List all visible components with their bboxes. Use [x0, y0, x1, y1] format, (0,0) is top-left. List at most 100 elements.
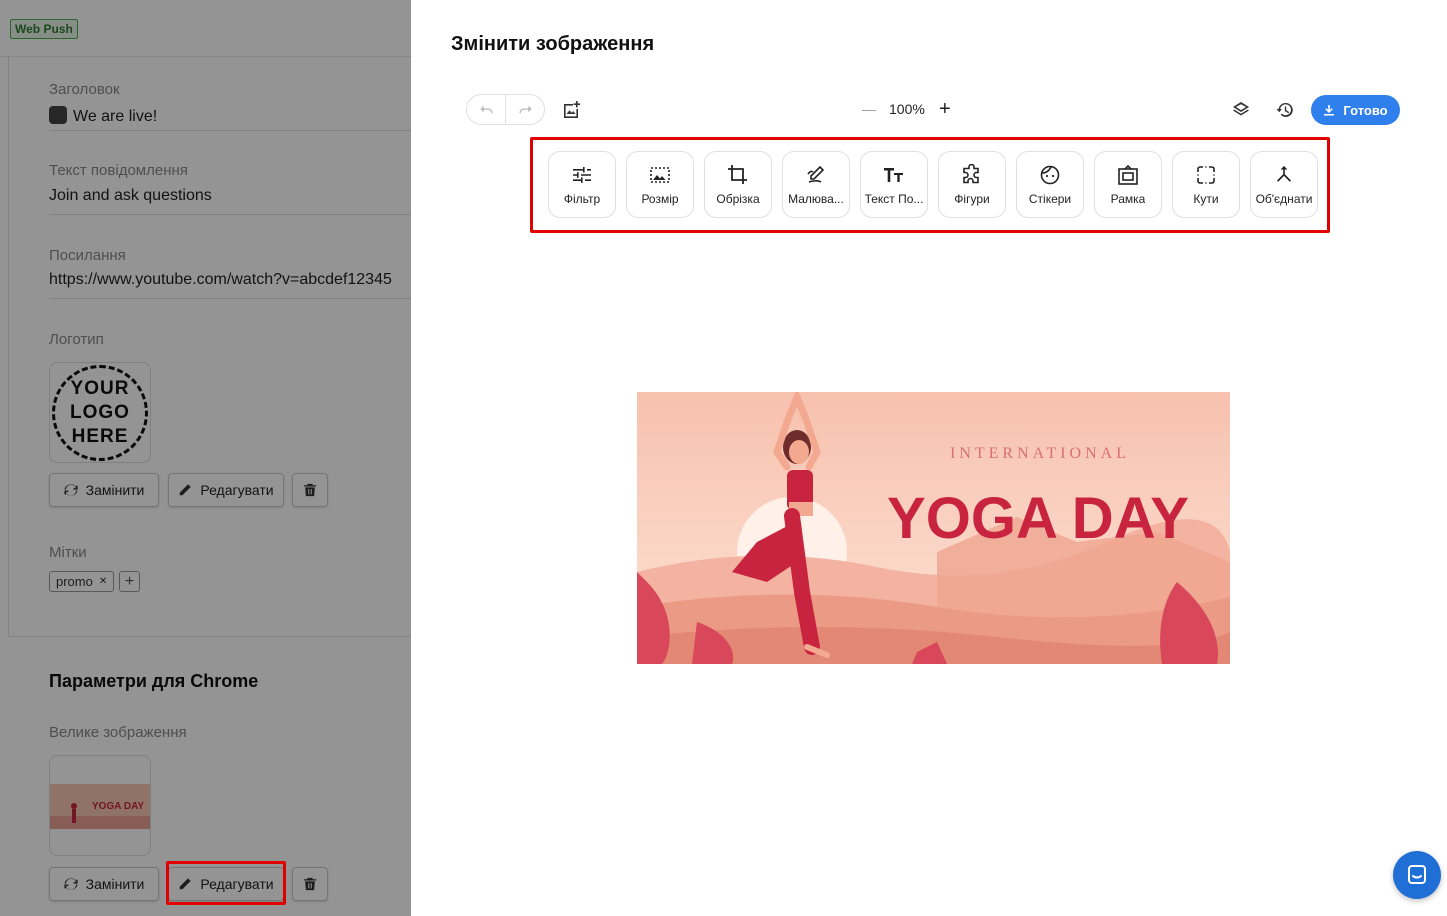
editor-title: Змінити зображення	[451, 33, 655, 55]
tool-draw[interactable]: Малюва...	[782, 151, 850, 218]
link-field-label: Посилання	[49, 247, 126, 264]
tool-frame-label: Рамка	[1110, 192, 1146, 206]
big-image-label: Велике зображення	[49, 724, 187, 741]
tool-merge-label: Об'єднати	[1255, 192, 1313, 206]
message-field-label: Текст повідомлення	[49, 162, 188, 179]
undo-icon	[479, 105, 492, 114]
tool-shapes[interactable]: Фігури	[938, 151, 1006, 218]
filter-icon	[573, 167, 591, 183]
big-image-replace-label: Замінити	[85, 876, 145, 892]
tool-corners[interactable]: Кути	[1172, 151, 1240, 218]
history-button[interactable]	[1272, 97, 1298, 123]
zoom-control: — 100% +	[861, 98, 953, 120]
tags-field-label: Мітки	[49, 544, 87, 561]
redo-button[interactable]	[505, 95, 544, 124]
undo-button[interactable]	[467, 95, 505, 124]
zoom-value: 100%	[889, 101, 925, 117]
logo-field-label: Логотип	[49, 331, 104, 348]
tool-text-label: Текст По...	[864, 192, 924, 206]
draw-icon	[807, 165, 825, 183]
redo-icon	[519, 105, 532, 114]
logo-placeholder: YOUR LOGO HERE	[52, 365, 148, 461]
add-tag-button[interactable]: +	[119, 571, 140, 592]
chat-support-button[interactable]	[1393, 851, 1441, 899]
add-image-icon	[564, 101, 580, 118]
tool-resize[interactable]: Розмір	[626, 151, 694, 218]
editor-canvas-image[interactable]: INTERNATIONAL YOGA DAY	[637, 392, 1230, 664]
message-field-value[interactable]: Join and ask questions	[49, 187, 212, 205]
link-field-underline	[49, 298, 411, 299]
title-field-value[interactable]: We are live!	[49, 106, 157, 126]
tag-chip-label: promo	[56, 574, 93, 589]
shapes-icon	[963, 164, 979, 184]
chat-icon	[1408, 865, 1426, 884]
tag-remove-icon[interactable]: ✕	[99, 576, 107, 587]
crop-icon	[728, 165, 747, 184]
resize-icon	[650, 167, 670, 183]
done-button[interactable]: Готово	[1311, 95, 1400, 125]
thumbnail-headline: YOGA DAY	[92, 801, 144, 812]
logo-delete-button[interactable]	[292, 473, 328, 507]
pencil-icon	[180, 484, 192, 496]
zoom-in-button[interactable]: +	[937, 98, 953, 120]
left-vertical-line	[8, 57, 9, 637]
big-image-edit-button[interactable]: Редагувати	[168, 867, 284, 901]
refresh-icon	[64, 484, 78, 496]
trash-icon	[303, 877, 317, 891]
tool-filter[interactable]: Фільтр	[548, 151, 616, 218]
title-field-underline	[49, 130, 411, 131]
tool-crop-label: Обрізка	[716, 192, 760, 206]
big-image-replace-button[interactable]: Замінити	[49, 867, 159, 901]
logo-replace-label: Замінити	[85, 482, 145, 498]
tool-draw-label: Малюва...	[788, 192, 844, 206]
yoga-thumbnail-image: YOGA DAY	[50, 784, 150, 829]
merge-icon	[1277, 166, 1291, 182]
yoga-day-image: INTERNATIONAL YOGA DAY	[637, 392, 1230, 664]
add-image-button[interactable]	[558, 97, 584, 123]
refresh-icon	[64, 878, 78, 890]
big-image-edit-label: Редагувати	[200, 876, 274, 892]
section-divider	[8, 636, 411, 637]
editor-toolbar: Фільтр Розмір Обрізка Малюва... Текст По…	[548, 151, 1318, 218]
image-editor-panel: Змінити зображення — 100% + Готово Фільт…	[411, 0, 1447, 916]
title-field-text: We are live!	[73, 108, 158, 125]
tool-stickers[interactable]: Стікери	[1016, 151, 1084, 218]
chrome-section-title: Параметри для Chrome	[49, 671, 259, 691]
tool-resize-label: Розмір	[641, 192, 679, 206]
tool-frame[interactable]: Рамка	[1094, 151, 1162, 218]
big-image-delete-button[interactable]	[292, 867, 328, 901]
big-image-thumbnail: YOGA DAY	[49, 755, 151, 856]
tool-corners-label: Кути	[1193, 192, 1219, 206]
left-panel: Web Push Заголовок We are live! Текст по…	[0, 0, 411, 916]
tag-chip[interactable]: promo ✕	[49, 571, 115, 592]
logo-edit-label: Редагувати	[200, 482, 274, 498]
image-headline: YOGA DAY	[887, 486, 1189, 551]
link-field-value[interactable]: https://www.youtube.com/watch?v=abcdef12…	[49, 271, 392, 289]
layers-button[interactable]	[1228, 97, 1254, 123]
text-icon	[884, 168, 903, 182]
zoom-out-button[interactable]: —	[861, 101, 877, 117]
logo-text-line-3: HERE	[71, 426, 129, 447]
frame-icon	[1118, 164, 1138, 185]
done-label: Готово	[1343, 102, 1388, 118]
layers-icon	[1233, 102, 1249, 116]
logo-edit-button[interactable]: Редагувати	[168, 473, 284, 507]
image-subtitle: INTERNATIONAL	[950, 445, 1130, 462]
undo-redo-group	[466, 94, 545, 125]
web-push-badge: Web Push	[10, 19, 78, 39]
pencil-icon	[180, 878, 192, 890]
left-topbar: Web Push	[0, 0, 411, 57]
tool-shapes-label: Фігури	[954, 192, 990, 206]
tool-text[interactable]: Текст По...	[860, 151, 928, 218]
title-field-label: Заголовок	[49, 81, 120, 98]
emoji-icon	[49, 106, 67, 124]
tool-filter-label: Фільтр	[563, 192, 601, 206]
corners-icon	[1197, 166, 1215, 184]
logo-text-line-1: YOUR	[70, 378, 130, 399]
tool-merge[interactable]: Об'єднати	[1250, 151, 1318, 218]
stickers-icon	[1040, 165, 1060, 185]
logo-replace-button[interactable]: Замінити	[49, 473, 159, 507]
message-field-underline	[49, 214, 411, 215]
tool-crop[interactable]: Обрізка	[704, 151, 772, 218]
download-icon	[1324, 105, 1335, 116]
